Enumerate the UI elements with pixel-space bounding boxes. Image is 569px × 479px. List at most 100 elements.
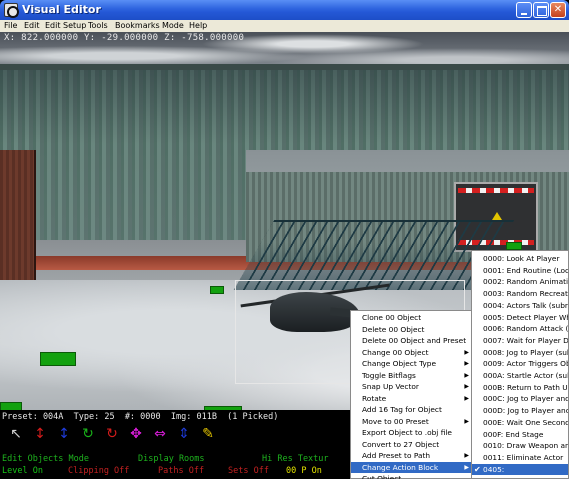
maximize-button[interactable] <box>533 2 549 18</box>
submenu-item[interactable]: 0000: Look At Player <box>472 253 568 265</box>
submenu-arrow-icon: ▶ <box>464 452 469 459</box>
submenu-item-label: 0405: <box>483 464 505 474</box>
scale-vertical-icon[interactable]: ⇕ <box>176 426 192 442</box>
submenu-item[interactable]: ✔ 0405: <box>472 463 568 476</box>
submenu-item-label: 0004: Actors Talk (subro <box>483 300 569 310</box>
menu-bookmarks[interactable]: Bookmarks <box>115 21 160 30</box>
context-menu-item[interactable]: Snap Up Vector ▶ <box>351 381 473 393</box>
submenu-arrow-icon: ▶ <box>464 360 469 367</box>
minimize-button[interactable] <box>516 2 532 18</box>
context-menu-item-label: Add Preset to Path <box>362 451 431 460</box>
menu-file[interactable]: File <box>4 21 17 30</box>
submenu-item-label: 0001: End Routine (Loo <box>483 265 569 275</box>
context-menu-item[interactable]: Cut Object <box>351 473 473 479</box>
submenu-arrow-icon: ▶ <box>464 463 469 471</box>
menu-mode[interactable]: Mode <box>162 21 184 30</box>
context-menu-item[interactable]: Change Object Type ▶ <box>351 358 473 370</box>
move-cross-icon[interactable]: ✥ <box>128 426 144 442</box>
context-menu-item[interactable]: Change 00 Object ▶ <box>351 347 473 359</box>
submenu-item[interactable]: 0002: Random Animatio <box>472 276 568 288</box>
context-menu-item-label: Toggle Bitflags <box>362 370 416 380</box>
menu-bar: File Edit Edit Setup Tools Bookmarks Mod… <box>0 20 569 32</box>
paths-status[interactable]: Paths Off <box>158 466 204 476</box>
context-menu-item-label: Change Action Block <box>362 462 439 472</box>
green-object-marker[interactable] <box>210 286 224 294</box>
submenu-item[interactable]: 000E: Wait One Second <box>472 417 569 429</box>
submenu-item[interactable]: 0008: Jog to Player (sub <box>472 347 568 359</box>
menu-edit-setup[interactable]: Edit Setup <box>45 21 86 30</box>
submenu-item-label: 000B: Return to Path U <box>483 382 568 392</box>
context-menu-item-label: Cut Object <box>362 474 402 479</box>
up-arrow-icon <box>492 212 502 220</box>
submenu-item[interactable]: 0003: Random Recreati <box>472 288 568 300</box>
context-menu-item[interactable]: Rotate ▶ <box>351 393 473 405</box>
submenu-item[interactable]: 0004: Actors Talk (subro <box>472 300 569 312</box>
arrow-cursor-icon[interactable]: ↖ <box>8 426 24 442</box>
submenu-arrow-icon: ▶ <box>464 371 469 379</box>
green-object-marker[interactable] <box>506 242 522 250</box>
close-button[interactable] <box>550 2 566 18</box>
app-icon[interactable] <box>4 3 19 18</box>
p-status[interactable]: 00 P On <box>286 466 322 476</box>
context-menu-item-label: Clone 00 Object <box>362 313 422 322</box>
submenu-item-label: 0000: Look At Player <box>483 254 560 263</box>
submenu-item[interactable]: 0005: Detect Player Wh <box>472 312 568 324</box>
context-menu-item-label: Add 16 Tag for Object <box>362 405 442 414</box>
clipping-status[interactable]: Clipping Off <box>68 466 129 476</box>
menu-tools[interactable]: Tools <box>88 21 108 30</box>
scale-diagonal-icon[interactable]: ⇔ <box>152 426 168 442</box>
action-block-submenu: 0000: Look At Player 0001: End Routine (L… <box>471 250 569 479</box>
sets-status[interactable]: Sets Off <box>228 466 269 476</box>
submenu-item[interactable]: 000F: End Stage <box>472 429 568 441</box>
submenu-item[interactable]: 0011: Eliminate Actor <box>472 452 568 464</box>
submenu-arrow-icon: ▶ <box>464 417 469 425</box>
context-menu-item[interactable]: Add Preset to Path ▶ <box>351 450 473 462</box>
context-menu-item[interactable]: Clone 00 Object <box>351 312 473 324</box>
context-menu-item[interactable]: Delete 00 Object and Preset <box>351 335 473 347</box>
context-menu-item[interactable]: Change Action Block ▶ <box>351 461 473 473</box>
context-menu: Clone 00 Object Delete 00 Object Delete 00… <box>350 310 474 479</box>
submenu-item[interactable]: 0001: End Routine (Loo <box>472 265 569 277</box>
submenu-item[interactable]: 0009: Actor Triggers Ob <box>472 358 568 370</box>
green-object-marker[interactable] <box>40 352 76 366</box>
context-menu-item-label: Delete 00 Object <box>362 324 425 334</box>
hangar-left-door <box>0 150 36 298</box>
roof-edge <box>0 64 569 70</box>
submenu-item-label: 0006: Random Attack (S <box>483 324 569 334</box>
rotate-red-icon[interactable]: ↻ <box>104 426 120 442</box>
submenu-item-label: 000E: Wait One Second <box>483 417 569 427</box>
context-menu-item[interactable]: Move to 00 Preset ▶ <box>351 416 473 428</box>
menu-edit[interactable]: Edit <box>24 21 40 30</box>
hi-res-textures-label[interactable]: Hi Res Textur <box>262 454 329 464</box>
context-menu-item[interactable]: Export Object to .obj file <box>351 427 473 439</box>
context-menu-item[interactable]: Convert to 27 Object <box>351 439 473 451</box>
context-menu-item-label: Rotate <box>362 393 387 403</box>
context-menu-item[interactable]: Add 16 Tag for Object <box>351 404 473 416</box>
level-status[interactable]: Level On <box>2 466 43 476</box>
submenu-item[interactable]: 000A: Startle Actor (sub <box>472 370 568 382</box>
mode-label[interactable]: Edit Objects Mode <box>2 454 89 464</box>
submenu-item[interactable]: 0007: Wait for Player D <box>472 335 568 347</box>
context-menu-item[interactable]: Toggle Bitflags ▶ <box>351 370 473 382</box>
submenu-item-label: 0010: Draw Weapon and <box>483 441 569 451</box>
context-menu-item[interactable]: Delete 00 Object <box>351 324 473 336</box>
pencil-icon[interactable]: ✎ <box>200 426 216 442</box>
display-rooms-label[interactable]: Display Rooms <box>138 454 205 464</box>
move-vertical-icon[interactable]: ↕ <box>56 426 72 442</box>
move-up-down-icon[interactable]: ↕ <box>32 426 48 442</box>
submenu-item-label: 000F: End Stage <box>483 429 544 439</box>
context-menu-item-label: Convert to 27 Object <box>362 439 440 449</box>
rotate-green-icon[interactable]: ↻ <box>80 426 96 442</box>
submenu-item[interactable]: 000D: Jog to Player and <box>472 405 568 417</box>
menu-help[interactable]: Help <box>189 21 207 30</box>
submenu-item[interactable]: 0010: Draw Weapon and <box>472 440 569 452</box>
submenu-item[interactable]: 000C: Jog to Player and <box>472 393 569 405</box>
submenu-item-label: 000C: Jog to Player and <box>483 394 569 404</box>
submenu-item[interactable]: 0006: Random Attack (S <box>472 323 569 335</box>
coordinate-readout: X: 822.000000 Y: -29.000000 Z: -758.0000… <box>4 33 245 43</box>
submenu-item-label: 0011: Eliminate Actor <box>483 452 564 462</box>
window-title: Visual Editor <box>22 3 101 16</box>
submenu-item[interactable]: 000B: Return to Path U <box>472 382 568 394</box>
preset-info: Preset: 004A Type: 25 #: 0000 Img: 011B … <box>2 412 279 422</box>
context-menu-item-label: Export Object to .obj file <box>362 428 452 437</box>
